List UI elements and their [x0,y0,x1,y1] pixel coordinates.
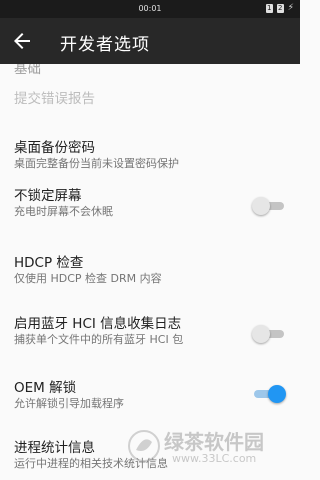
bt-hci-summary: 捕获单个文件中的所有蓝牙 HCI 包 [14,333,184,346]
back-arrow-icon [14,33,30,49]
list-item-process-stats[interactable]: 进程统计信息 运行中进程的相关技术统计信息 [0,426,300,480]
process-stats-title: 进程统计信息 [14,440,95,456]
status-icons: 1 2 ⚡ [265,3,294,13]
oem-unlock-toggle[interactable] [252,384,286,404]
charging-icon: ⚡ [287,3,294,13]
oem-unlock-summary: 允许解锁引导加载程序 [14,397,124,410]
desktop-backup-title: 桌面备份密码 [14,140,95,156]
toggle-thumb [252,325,270,343]
desktop-backup-summary: 桌面完整备份当前未设置密码保护 [14,157,179,170]
partial-item-title: 基础 [14,64,41,77]
bt-hci-toggle[interactable] [252,324,286,344]
settings-list: 基础 提交错误报告 桌面备份密码 桌面完整备份当前未设置密码保护 不锁定屏幕 充… [0,64,300,480]
sim1-icon: 1 [265,4,273,13]
stay-awake-toggle[interactable] [252,196,286,216]
bug-report-title: 提交错误报告 [14,91,95,107]
bt-hci-title: 启用蓝牙 HCI 信息收集日志 [14,316,182,332]
toggle-thumb [252,197,270,215]
list-item-oem-unlock[interactable]: OEM 解锁 允许解锁引导加载程序 [0,364,300,420]
app-bar: 开发者选项 [0,18,300,64]
process-stats-summary: 运行中进程的相关技术统计信息 [14,457,168,470]
oem-unlock-title: OEM 解锁 [14,380,77,396]
toggle-thumb [268,385,286,403]
stay-awake-summary: 充电时屏幕不会休眠 [14,205,113,218]
status-time: 00:01 [138,4,162,13]
list-item-bt-hci[interactable]: 启用蓝牙 HCI 信息收集日志 捕获单个文件中的所有蓝牙 HCI 包 [0,300,300,358]
stay-awake-title: 不锁定屏幕 [14,188,82,204]
list-item-partial: 基础 [0,64,300,77]
sim2-icon: 2 [276,4,284,13]
page-title: 开发者选项 [60,35,150,55]
back-button[interactable] [10,29,34,53]
list-item-bug-report[interactable]: 提交错误报告 [0,78,300,112]
list-item-desktop-backup[interactable]: 桌面备份密码 桌面完整备份当前未设置密码保护 [0,126,300,176]
hdcp-summary: 仅使用 HDCP 检查 DRM 内容 [14,272,162,285]
list-item-hdcp[interactable]: HDCP 检查 仅使用 HDCP 检查 DRM 内容 [0,242,300,298]
list-item-stay-awake[interactable]: 不锁定屏幕 充电时屏幕不会休眠 [0,176,300,236]
status-bar: 00:01 1 2 ⚡ [0,0,300,18]
hdcp-title: HDCP 检查 [14,255,84,271]
